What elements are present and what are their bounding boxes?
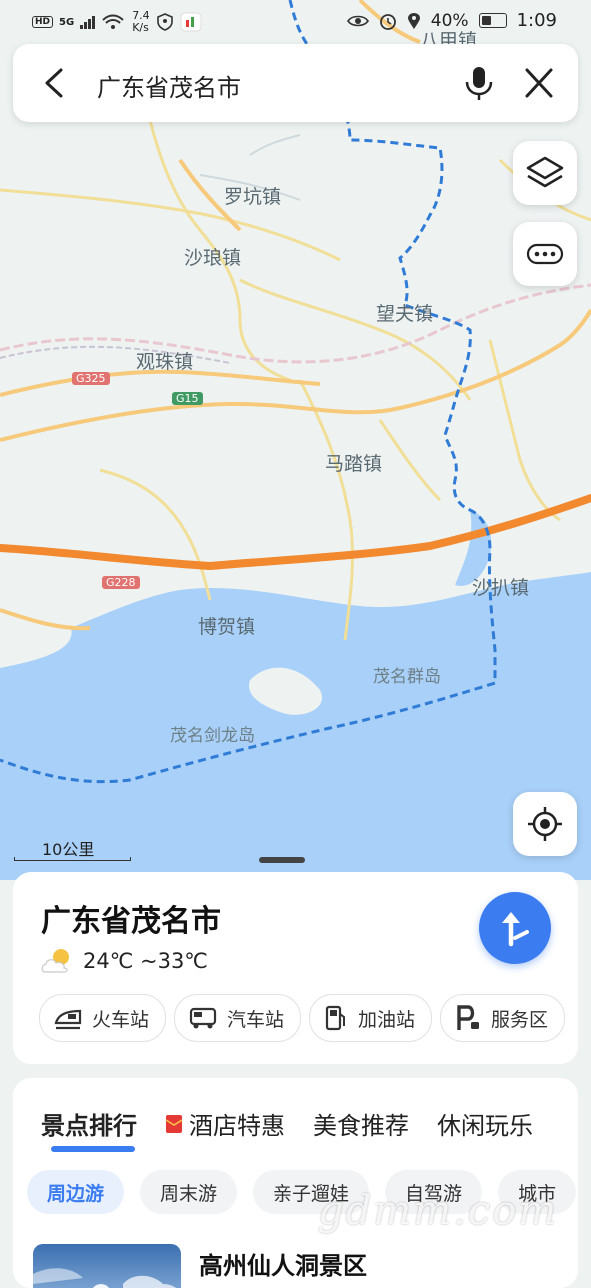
poi-gas-label: 加油站 xyxy=(358,1008,416,1031)
tab-food[interactable]: 美食推荐 xyxy=(313,1106,409,1141)
net-speed: 7.4 K/s xyxy=(132,10,150,34)
tab-attractions[interactable]: 景点排行 xyxy=(41,1106,137,1141)
map-label-shaba[interactable]: 沙扒镇 xyxy=(472,573,529,600)
status-right: 40% 1:09 xyxy=(346,10,557,31)
tab-hotels[interactable]: 酒店特惠 xyxy=(165,1106,285,1141)
map-label-shalang[interactable]: 沙琅镇 xyxy=(184,243,241,270)
tab-attractions-label: 景点排行 xyxy=(41,1112,137,1140)
road-badge-g15: G15 xyxy=(172,392,203,405)
fuel-icon xyxy=(325,1005,346,1031)
signal-icon xyxy=(80,16,96,29)
sheet-drag-handle[interactable] xyxy=(259,857,305,863)
parking-icon xyxy=(457,1005,480,1030)
sky-photo xyxy=(33,1268,177,1288)
eye-icon xyxy=(346,15,369,26)
voice-search-button[interactable] xyxy=(461,64,497,102)
more-tools-button[interactable] xyxy=(513,222,577,286)
map-label-wangfu[interactable]: 望夫镇 xyxy=(376,299,433,326)
poi-train-station-button[interactable]: 火车站 xyxy=(39,994,167,1042)
map-label-islands[interactable]: 茂名群岛 xyxy=(373,662,441,687)
scale-bar xyxy=(14,857,131,861)
back-button[interactable] xyxy=(37,64,73,102)
map-label-luokeng[interactable]: 罗坑镇 xyxy=(224,182,281,209)
map-label-bohe[interactable]: 博贺镇 xyxy=(198,612,255,639)
my-location-button[interactable] xyxy=(513,792,577,856)
clear-search-button[interactable] xyxy=(521,64,557,102)
result-title[interactable]: 高州仙人洞景区 xyxy=(199,1246,367,1281)
road-badge-g228: G228 xyxy=(102,576,140,589)
status-bar: HD 5G 7.4 K/s 40% 1:09 xyxy=(0,0,591,44)
shield-icon xyxy=(156,13,173,31)
explore-tabs: 景点排行 酒店特惠 美食推荐 休闲玩乐 xyxy=(41,1106,533,1141)
tab-leisure-label: 休闲玩乐 xyxy=(437,1112,533,1140)
nearby-poi-row: 火车站 汽车站 加油站 服务区 xyxy=(39,994,566,1042)
network-5g-label: 5G xyxy=(59,16,75,28)
net-speed-unit: K/s xyxy=(132,21,149,34)
tab-leisure[interactable]: 休闲玩乐 xyxy=(437,1106,533,1141)
search-bar[interactable]: 广东省茂名市 xyxy=(13,44,578,122)
back-arrow-icon xyxy=(45,68,63,98)
status-left: HD 5G 7.4 K/s xyxy=(32,10,202,34)
more-dots-icon xyxy=(526,243,564,265)
layers-icon xyxy=(526,156,564,188)
map-label-guanzhu[interactable]: 观珠镇 xyxy=(136,347,193,374)
bus-icon xyxy=(189,1007,217,1029)
result-thumbnail[interactable] xyxy=(33,1244,181,1288)
alarm-icon xyxy=(379,13,396,30)
battery-icon xyxy=(478,13,507,28)
search-query[interactable]: 广东省茂名市 xyxy=(97,68,241,103)
road-badge-g325: G325 xyxy=(72,372,110,385)
layers-button[interactable] xyxy=(513,141,577,205)
clock: 1:09 xyxy=(516,10,557,31)
microphone-icon xyxy=(465,67,493,100)
poi-gas-station-button[interactable]: 加油站 xyxy=(309,994,433,1042)
weather-temp: 24℃ ~33℃ xyxy=(83,949,208,973)
tab-food-label: 美食推荐 xyxy=(313,1112,409,1140)
partly-cloudy-icon xyxy=(41,949,69,973)
red-envelope-icon xyxy=(165,1114,183,1133)
place-card: 广东省茂名市 24℃ ~33℃ 火车站 汽车站 加油站 服务区 xyxy=(13,872,578,1064)
chip-weekend[interactable]: 周末游 xyxy=(140,1170,238,1214)
map-view[interactable] xyxy=(0,0,591,880)
tab-hotels-label: 酒店特惠 xyxy=(189,1112,285,1140)
hd-badge: HD xyxy=(32,16,54,28)
location-pin-icon xyxy=(407,12,420,29)
app-notification-icon xyxy=(180,12,202,32)
poi-train-label: 火车站 xyxy=(92,1008,150,1031)
wifi-icon xyxy=(102,14,124,29)
watermark: gdmm.com xyxy=(318,1188,559,1234)
battery-percent: 40% xyxy=(430,10,469,31)
poi-bus-label: 汽车站 xyxy=(227,1008,285,1031)
map-label-jianlong[interactable]: 茂名剑龙岛 xyxy=(170,721,255,746)
train-icon xyxy=(54,1009,82,1030)
navigate-button[interactable] xyxy=(479,892,551,964)
chip-nearby[interactable]: 周边游 xyxy=(27,1170,125,1214)
route-arrow-icon xyxy=(502,912,529,947)
locate-target-icon xyxy=(528,807,562,841)
map-label-mata[interactable]: 马踏镇 xyxy=(325,449,382,476)
place-title: 广东省茂名市 xyxy=(41,904,221,939)
poi-service-label: 服务区 xyxy=(491,1008,549,1031)
active-tab-indicator xyxy=(51,1146,135,1152)
close-icon xyxy=(525,68,553,98)
weather-info: 24℃ ~33℃ xyxy=(39,946,208,976)
map-scale: 10公里 xyxy=(14,836,131,861)
explore-card: 景点排行 酒店特惠 美食推荐 休闲玩乐 周边游 周末游 亲子遛娃 自驾游 城市 … xyxy=(13,1078,578,1288)
poi-bus-station-button[interactable]: 汽车站 xyxy=(174,994,302,1042)
poi-service-area-button[interactable]: 服务区 xyxy=(440,994,566,1042)
